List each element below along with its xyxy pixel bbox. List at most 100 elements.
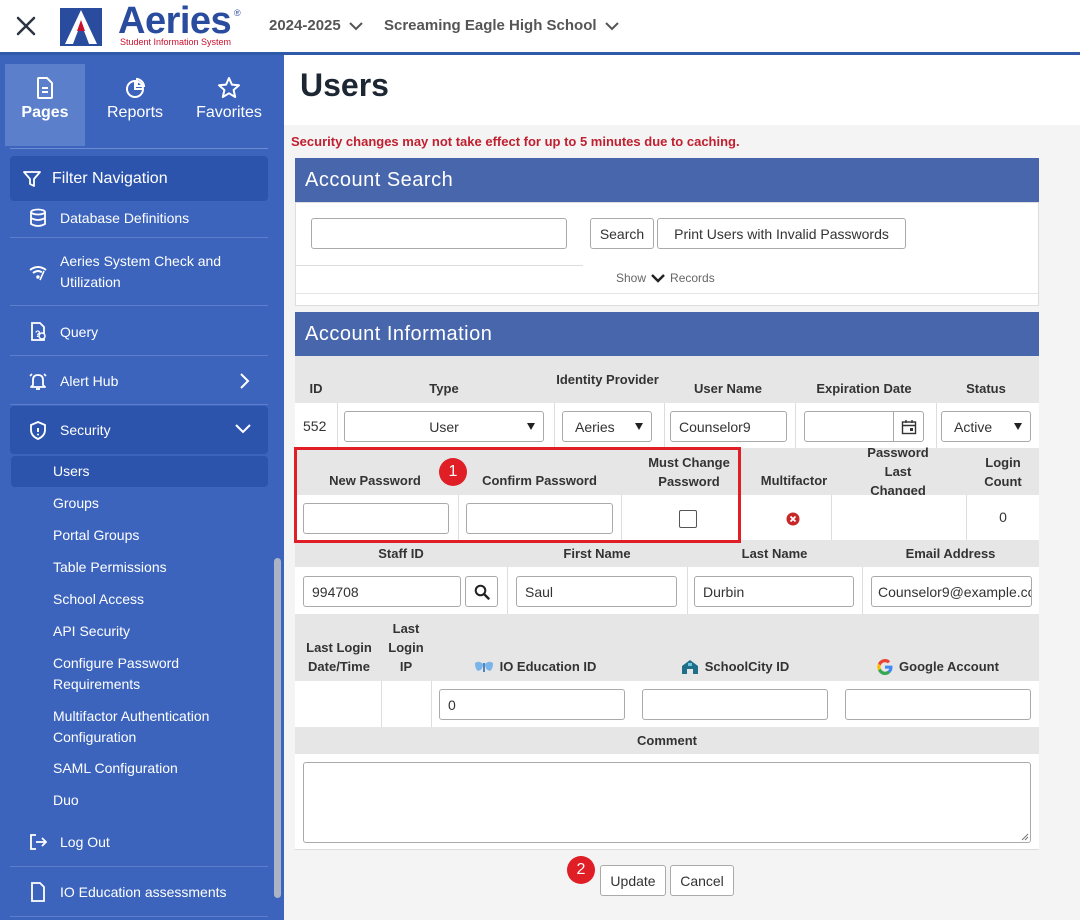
nav-separator bbox=[10, 866, 268, 867]
nav-separator bbox=[10, 355, 268, 356]
aeries-logo-icon bbox=[60, 8, 102, 46]
sidebar-subitem-school-access[interactable]: School Access bbox=[11, 584, 268, 615]
schoolcity-id-label: SchoolCity ID bbox=[704, 659, 790, 674]
sidebar-subitem-mfa-configuration[interactable]: Multifactor Authentication Configuration bbox=[11, 705, 268, 749]
sidebar-subitem-users[interactable]: Users bbox=[11, 456, 268, 487]
resize-handle-icon[interactable] bbox=[1021, 833, 1029, 841]
dropdown-arrow-icon bbox=[1014, 423, 1022, 430]
search-bottom-border bbox=[296, 293, 1038, 294]
calendar-button[interactable] bbox=[893, 412, 923, 441]
logout-icon bbox=[30, 834, 48, 850]
school-label: Screaming Eagle High School bbox=[384, 17, 597, 34]
last-name-input[interactable]: Durbin bbox=[694, 576, 854, 607]
account-information-panel: ID Type Identity Provider User Name Expi… bbox=[295, 356, 1039, 850]
expiration-date-input[interactable] bbox=[804, 411, 924, 442]
cell-divider bbox=[431, 681, 432, 727]
header-status: Status bbox=[966, 381, 1006, 396]
header-multifactor: Multifactor bbox=[760, 473, 828, 488]
io-education-id-label: IO Education ID bbox=[499, 659, 597, 674]
identity-provider-select[interactable]: Aeries bbox=[562, 411, 652, 442]
sidebar-item-system-check[interactable]: Aeries System Check and Utilization bbox=[10, 247, 268, 297]
sidebar-subitem-groups[interactable]: Groups bbox=[11, 488, 268, 519]
filter-navigation-label: Filter Navigation bbox=[52, 169, 168, 187]
tab-favorites-label: Favorites bbox=[196, 104, 262, 121]
tab-reports[interactable]: Reports bbox=[95, 64, 175, 146]
logo-registered-mark: ® bbox=[234, 8, 241, 18]
tab-reports-label: Reports bbox=[106, 104, 164, 121]
sidebar-item-database-definitions[interactable]: Database Definitions bbox=[10, 203, 268, 233]
status-select[interactable]: Active bbox=[941, 411, 1031, 442]
nav-separator bbox=[10, 305, 268, 306]
nav-separator bbox=[10, 404, 268, 405]
filter-navigation-button[interactable]: Filter Navigation bbox=[10, 156, 268, 201]
header-schoolcity-id: SchoolCity ID bbox=[635, 614, 835, 681]
sidebar-subitem-table-permissions[interactable]: Table Permissions bbox=[11, 552, 268, 583]
user-name-input[interactable]: Counselor9 bbox=[670, 411, 787, 442]
star-icon bbox=[218, 77, 240, 98]
google-account-label: Google Account bbox=[899, 659, 999, 674]
tab-pages-label: Pages bbox=[21, 104, 69, 121]
sidebar-item-label: IO Education assessments bbox=[60, 883, 227, 900]
filter-icon bbox=[23, 170, 41, 187]
cell-divider bbox=[507, 567, 508, 614]
search-button[interactable]: Search bbox=[590, 218, 654, 249]
sidebar-item-label: Database Definitions bbox=[60, 209, 190, 226]
sidebar-item-security[interactable]: Security bbox=[10, 406, 268, 454]
sidebar-item-label: Log Out bbox=[60, 833, 110, 850]
search-divider bbox=[296, 265, 583, 266]
sidebar-subitem-duo[interactable]: Duo bbox=[11, 785, 268, 816]
callout-badge-1: 1 bbox=[439, 458, 467, 486]
header-comment: Comment bbox=[295, 727, 1039, 754]
close-icon[interactable] bbox=[12, 12, 40, 40]
year-selector[interactable]: 2024-2025 bbox=[269, 17, 363, 34]
cell-divider bbox=[554, 403, 555, 448]
caching-warning: Security changes may not take effect for… bbox=[291, 134, 740, 149]
sidebar-item-log-out[interactable]: Log Out bbox=[10, 827, 268, 857]
last-login-ip-value bbox=[382, 681, 431, 727]
sidebar-scrollbar[interactable] bbox=[274, 558, 281, 898]
print-invalid-passwords-button[interactable]: Print Users with Invalid Passwords bbox=[657, 218, 906, 249]
staff-id-input[interactable]: 994708 bbox=[303, 576, 461, 607]
type-select[interactable]: User bbox=[344, 411, 544, 442]
cell-divider bbox=[862, 567, 863, 614]
staff-lookup-button[interactable] bbox=[465, 576, 498, 607]
status-value: Active bbox=[954, 418, 993, 435]
sidebar-item-alert-hub[interactable]: Alert Hub bbox=[10, 366, 268, 396]
sidebar-subitem-api-security[interactable]: API Security bbox=[11, 616, 268, 647]
cancel-button[interactable]: Cancel bbox=[670, 865, 734, 896]
header-email: Email Address bbox=[905, 546, 996, 561]
cell-divider bbox=[831, 495, 832, 540]
sidebar-item-query[interactable]: ? Query bbox=[10, 317, 268, 347]
schoolcity-id-input[interactable] bbox=[642, 689, 828, 720]
google-account-input[interactable] bbox=[845, 689, 1031, 720]
comment-textarea[interactable] bbox=[303, 762, 1031, 843]
callout-badge-2: 2 bbox=[567, 856, 595, 884]
sidebar: Pages Reports Favorites Filter Navigatio… bbox=[0, 55, 284, 920]
tab-favorites[interactable]: Favorites bbox=[189, 64, 269, 146]
account-search-input[interactable] bbox=[311, 218, 567, 249]
header-password-last-changed: Password Last Changed bbox=[867, 445, 929, 498]
first-name-input[interactable]: Saul bbox=[516, 576, 677, 607]
tab-pages[interactable]: Pages bbox=[5, 64, 85, 146]
sidebar-subitem-password-requirements[interactable]: Configure Password Requirements bbox=[11, 652, 268, 696]
identity-provider-value: Aeries bbox=[575, 418, 615, 435]
io-education-id-input[interactable]: 0 bbox=[439, 689, 625, 720]
school-selector[interactable]: Screaming Eagle High School bbox=[384, 17, 619, 34]
document-icon bbox=[37, 77, 53, 99]
header-expiration-date: Expiration Date bbox=[816, 381, 912, 396]
email-input[interactable]: Counselor9@example.com bbox=[871, 576, 1032, 607]
sidebar-subitem-saml-configuration[interactable]: SAML Configuration bbox=[11, 753, 268, 784]
records-label: Records bbox=[670, 271, 715, 285]
shield-icon bbox=[30, 421, 46, 440]
chevron-down-icon bbox=[604, 21, 619, 30]
sidebar-item-io-education[interactable]: IO Education assessments bbox=[10, 877, 268, 907]
file-icon bbox=[31, 882, 45, 902]
logo-subtitle: Student Information System bbox=[120, 37, 232, 47]
records-selector[interactable]: Show Records bbox=[616, 271, 715, 285]
sidebar-subitem-portal-groups[interactable]: Portal Groups bbox=[11, 520, 268, 551]
update-button[interactable]: Update bbox=[600, 865, 666, 896]
header-type: Type bbox=[429, 381, 459, 396]
header-identity-provider: Identity Provider bbox=[556, 372, 659, 387]
cell-divider bbox=[687, 567, 688, 614]
pie-chart-icon bbox=[126, 77, 146, 98]
